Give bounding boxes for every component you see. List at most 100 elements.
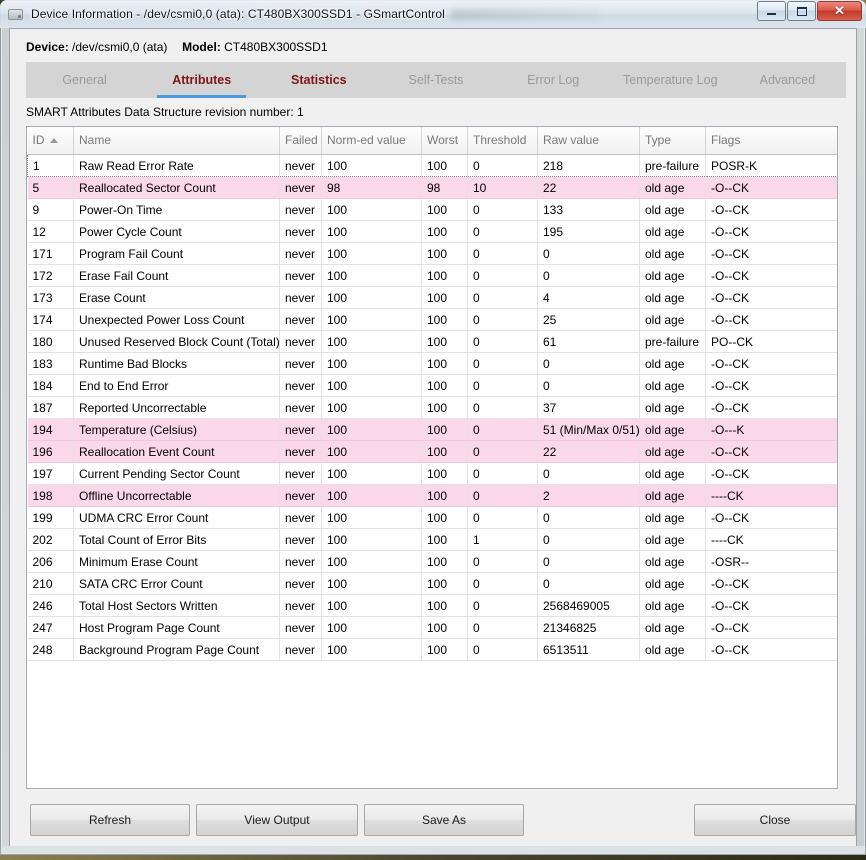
table-row[interactable]: 210SATA CRC Error Countnever10010000old …: [28, 573, 838, 595]
tab-advanced[interactable]: Advanced: [729, 62, 846, 98]
column-header-id[interactable]: ID: [28, 127, 74, 155]
window-titlebar[interactable]: Device Information - /dev/csmi0,0 (ata):…: [0, 0, 866, 28]
table-row[interactable]: 199UDMA CRC Error Countnever10010000old …: [28, 507, 838, 529]
column-header-norm-ed-value[interactable]: Norm-ed value: [322, 127, 422, 155]
cell-worst: 100: [422, 595, 468, 617]
table-row[interactable]: 247Host Program Page Countnever100100021…: [28, 617, 838, 639]
tab-label: Self-Tests: [409, 73, 464, 87]
tab-error-log[interactable]: Error Log: [495, 62, 612, 98]
cell-worst: 100: [422, 551, 468, 573]
cell-id: 172: [28, 265, 74, 287]
table-row[interactable]: 184End to End Errornever10010000old age-…: [28, 375, 838, 397]
cell-failed: never: [280, 331, 322, 353]
table-row[interactable]: 248Background Program Page Countnever100…: [28, 639, 838, 661]
maximize-button[interactable]: [787, 1, 816, 21]
table-row[interactable]: 183Runtime Bad Blocksnever10010000old ag…: [28, 353, 838, 375]
cell-id: 197: [28, 463, 74, 485]
tab-temperature-log[interactable]: Temperature Log: [612, 62, 729, 98]
attributes-table-container[interactable]: IDNameFailedNorm-ed valueWorst Threshold R…: [26, 126, 838, 789]
cell-threshold: 0: [468, 353, 538, 375]
table-row[interactable]: 172Erase Fail Countnever10010000old age-…: [28, 265, 838, 287]
cell-id: 199: [28, 507, 74, 529]
cell-normed: 100: [322, 265, 422, 287]
column-header-name[interactable]: Name: [74, 127, 280, 155]
table-header-row: IDNameFailedNorm-ed valueWorst Threshold R…: [28, 127, 838, 155]
cell-failed: never: [280, 573, 322, 595]
cell-type: old age: [640, 573, 706, 595]
table-row[interactable]: 194Temperature (Celsius)never100100051 (…: [28, 419, 838, 441]
tab-self-tests[interactable]: Self-Tests: [377, 62, 494, 98]
cell-normed: 100: [322, 441, 422, 463]
cell-id: 12: [28, 221, 74, 243]
cell-normed: 100: [322, 617, 422, 639]
view-output-button[interactable]: View Output: [196, 804, 358, 836]
cell-worst: 100: [422, 155, 468, 177]
tab-attributes[interactable]: Attributes: [143, 62, 260, 98]
cell-normed: 100: [322, 397, 422, 419]
maximize-icon: [788, 2, 815, 20]
cell-failed: never: [280, 529, 322, 551]
cell-flags: -O--CK: [706, 639, 838, 661]
cell-id: 9: [28, 199, 74, 221]
cell-flags: -O--CK: [706, 573, 838, 595]
column-header-label: Threshold: [473, 133, 526, 147]
cell-name: Host Program Page Count: [74, 617, 280, 639]
cell-normed: 100: [322, 221, 422, 243]
table-row[interactable]: 180Unused Reserved Block Count (Total)ne…: [28, 331, 838, 353]
cell-id: 180: [28, 331, 74, 353]
table-row[interactable]: 1Raw Read Error Ratenever1001000218pre-f…: [28, 155, 838, 177]
minimize-button[interactable]: [757, 1, 786, 21]
table-row[interactable]: 5Reallocated Sector Countnever98981022ol…: [28, 177, 838, 199]
cell-normed: 100: [322, 485, 422, 507]
cell-id: 1: [28, 155, 74, 177]
table-row[interactable]: 206Minimum Erase Countnever10010000old a…: [28, 551, 838, 573]
table-row[interactable]: 12Power Cycle Countnever1001000195old ag…: [28, 221, 838, 243]
column-header-failed[interactable]: Failed: [280, 127, 322, 155]
cell-flags: -O--CK: [706, 287, 838, 309]
cell-type: old age: [640, 441, 706, 463]
model-label: Model:: [182, 40, 221, 54]
cell-raw: 22: [538, 441, 640, 463]
column-header-flags[interactable]: Flags: [706, 127, 838, 155]
table-row[interactable]: 202Total Count of Error Bitsnever1001001…: [28, 529, 838, 551]
cell-name: Total Count of Error Bits: [74, 529, 280, 551]
cell-normed: 100: [322, 573, 422, 595]
table-row[interactable]: 9Power-On Timenever1001000133old age-O--…: [28, 199, 838, 221]
cell-threshold: 0: [468, 463, 538, 485]
close-window-button[interactable]: ✕: [817, 1, 862, 21]
table-row[interactable]: 197Current Pending Sector Countnever1001…: [28, 463, 838, 485]
cell-type: old age: [640, 177, 706, 199]
cell-flags: -O--CK: [706, 177, 838, 199]
cell-normed: 100: [322, 243, 422, 265]
tab-label: Attributes: [172, 73, 231, 87]
table-row[interactable]: 198Offline Uncorrectablenever10010002old…: [28, 485, 838, 507]
cell-type: pre-failure: [640, 155, 706, 177]
column-header-raw-value[interactable]: Raw value: [538, 127, 640, 155]
cell-name: Background Program Page Count: [74, 639, 280, 661]
table-row[interactable]: 171Program Fail Countnever10010000old ag…: [28, 243, 838, 265]
titlebar-ghost-text: [451, 9, 599, 20]
cell-threshold: 0: [468, 419, 538, 441]
cell-flags: -O--CK: [706, 507, 838, 529]
close-button[interactable]: Close: [694, 804, 856, 836]
cell-raw: 0: [538, 529, 640, 551]
table-row[interactable]: 246Total Host Sectors Writtennever100100…: [28, 595, 838, 617]
cell-id: 183: [28, 353, 74, 375]
column-header-threshold[interactable]: Threshold: [468, 127, 538, 155]
cell-threshold: 0: [468, 309, 538, 331]
save-as-button[interactable]: Save As: [364, 804, 524, 836]
tab-statistics[interactable]: Statistics: [260, 62, 377, 98]
column-header-worst[interactable]: Worst: [422, 127, 468, 155]
table-row[interactable]: 174Unexpected Power Loss Countnever10010…: [28, 309, 838, 331]
refresh-button[interactable]: Refresh: [30, 804, 190, 836]
table-row[interactable]: 196Reallocation Event Countnever10010002…: [28, 441, 838, 463]
cell-threshold: 0: [468, 243, 538, 265]
cell-type: old age: [640, 221, 706, 243]
cell-failed: never: [280, 199, 322, 221]
table-row[interactable]: 173Erase Countnever10010004old age-O--CK: [28, 287, 838, 309]
tab-general[interactable]: General: [26, 62, 143, 98]
table-row[interactable]: 187Reported Uncorrectablenever100100037o…: [28, 397, 838, 419]
column-header-type[interactable]: Type: [640, 127, 706, 155]
cell-normed: 100: [322, 375, 422, 397]
cell-type: old age: [640, 551, 706, 573]
